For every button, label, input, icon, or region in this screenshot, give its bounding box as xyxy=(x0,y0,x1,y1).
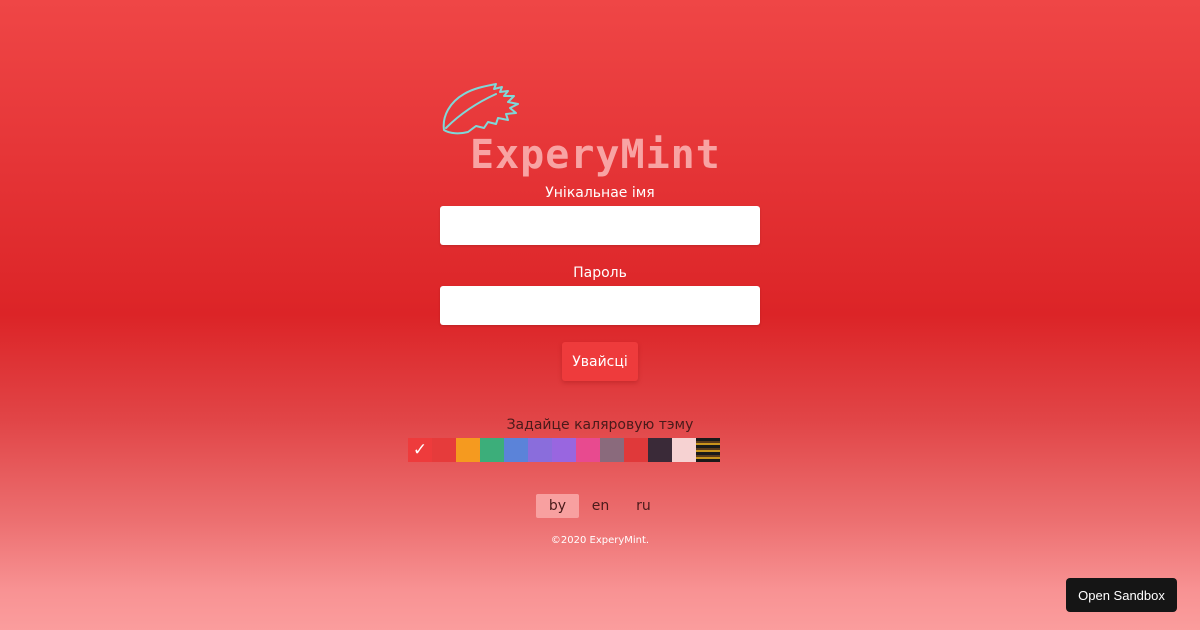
theme-swatch[interactable] xyxy=(528,438,552,462)
password-input[interactable] xyxy=(440,286,760,325)
open-sandbox-button[interactable]: Open Sandbox xyxy=(1066,578,1177,612)
logo: ExperyMint xyxy=(440,80,760,180)
copyright: ©2020 ExperyMint. xyxy=(550,535,650,546)
theme-swatch[interactable] xyxy=(648,438,672,462)
theme-title: Задайце каляровую тэму xyxy=(506,417,694,433)
theme-swatch[interactable] xyxy=(600,438,624,462)
theme-swatch[interactable] xyxy=(480,438,504,462)
password-label: Пароль xyxy=(573,265,627,281)
theme-swatch[interactable] xyxy=(552,438,576,462)
theme-swatch[interactable] xyxy=(624,438,648,462)
theme-swatch[interactable] xyxy=(432,438,456,462)
theme-swatch[interactable] xyxy=(696,438,720,462)
username-label: Унікальнае імя xyxy=(545,185,655,201)
brand-name: ExperyMint xyxy=(470,132,721,178)
username-input[interactable] xyxy=(440,206,760,245)
theme-swatches: ✓ xyxy=(408,438,720,462)
login-button[interactable]: Увайсці xyxy=(562,342,638,381)
language-option-by[interactable]: by xyxy=(536,494,579,518)
mint-leaf-icon xyxy=(442,83,519,135)
theme-swatch[interactable] xyxy=(576,438,600,462)
theme-swatch[interactable] xyxy=(672,438,696,462)
language-option-en[interactable]: en xyxy=(579,494,622,518)
theme-swatch[interactable] xyxy=(504,438,528,462)
theme-swatch[interactable] xyxy=(456,438,480,462)
theme-swatch[interactable]: ✓ xyxy=(408,438,432,462)
check-icon: ✓ xyxy=(412,440,428,460)
language-switcher: by en ru xyxy=(536,494,665,518)
language-option-ru[interactable]: ru xyxy=(622,494,665,518)
